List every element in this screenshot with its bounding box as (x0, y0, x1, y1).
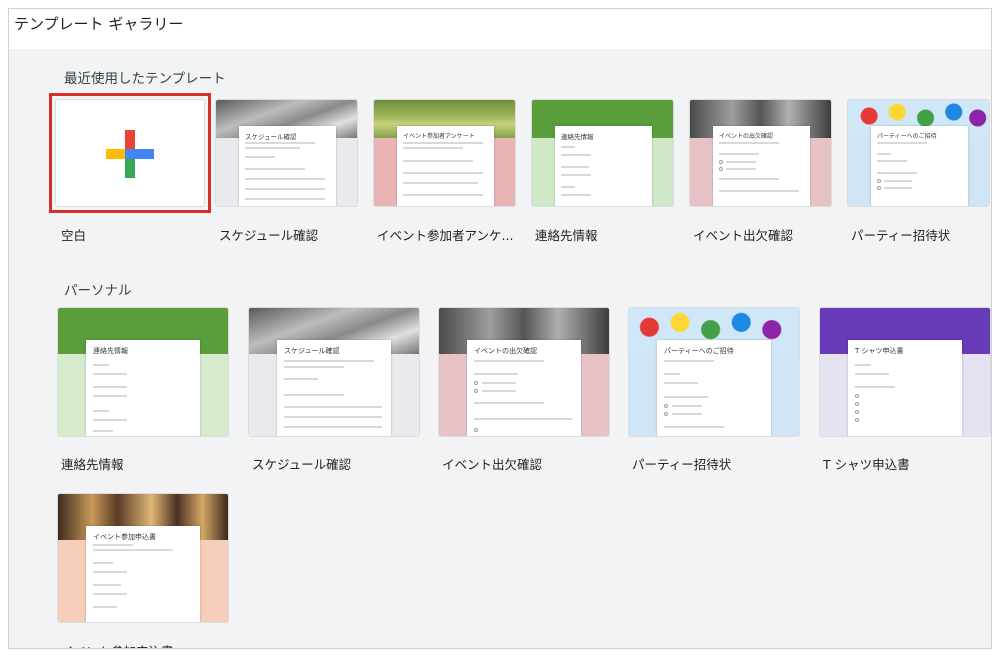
personal-card-contact[interactable]: 連絡先情報 (57, 307, 229, 437)
template-label-schedule: スケジュール確認 (219, 228, 319, 243)
template-thumbnail-event-registration: イベント参加申込書 (57, 493, 229, 623)
template-thumbnail-rsvp: イベントの出欠確認 (438, 307, 610, 437)
template-label-contact: 連絡先情報 (535, 228, 598, 243)
template-card-blank[interactable] (49, 93, 211, 213)
form-preview: パーティーへのご招待 (871, 126, 968, 206)
personal-label-event-registration: イベント参加申込書 (61, 641, 231, 648)
template-card-contact[interactable]: 連絡先情報 (531, 99, 674, 207)
template-thumbnail-schedule: スケジュール確認 (248, 307, 420, 437)
template-thumbnail-schedule: スケジュール確認 (215, 99, 358, 207)
form-preview-title: パーティーへのご招待 (664, 347, 734, 355)
section-title-personal: パーソナル (64, 283, 132, 299)
template-label-rsvp: イベント出欠確認 (693, 228, 794, 243)
template-gallery-window: テンプレート ギャラリー 最近使用したテンプレート 空白 スケジュール確認 スケ… (8, 8, 992, 649)
template-label-blank: 空白 (61, 228, 87, 243)
form-preview: スケジュール確認 (277, 340, 391, 436)
template-thumbnail-party: パーティーへのご招待 (847, 99, 990, 207)
selection-highlight (49, 93, 211, 213)
personal-label-contact: 連絡先情報 (61, 457, 124, 472)
template-card-party[interactable]: パーティーへのご招待 (847, 99, 990, 207)
form-preview: イベントの出欠確認 (713, 126, 810, 206)
template-thumbnail-event-survey: イベント参加者アンケート (373, 99, 516, 207)
form-preview-title: スケジュール確認 (245, 133, 297, 141)
template-card-rsvp[interactable]: イベントの出欠確認 (689, 99, 832, 207)
template-card-event-survey[interactable]: イベント参加者アンケート (373, 99, 516, 207)
form-preview: イベント参加申込書 (86, 526, 200, 622)
personal-label-schedule: スケジュール確認 (252, 457, 352, 472)
form-preview: T シャツ申込書 (848, 340, 962, 436)
template-card-schedule[interactable]: スケジュール確認 (215, 99, 358, 207)
template-thumbnail-rsvp: イベントの出欠確認 (689, 99, 832, 207)
form-preview-title: T シャツ申込書 (855, 347, 904, 355)
template-label-event-survey: イベント参加者アンケ... (377, 228, 514, 243)
form-preview-title: イベント参加者アンケート (403, 133, 475, 140)
section-title-recent: 最近使用したテンプレート (64, 71, 226, 87)
personal-card-party[interactable]: パーティーへのご招待 (628, 307, 800, 437)
personal-label-tshirt: T シャツ申込書 (823, 457, 910, 472)
form-preview: 連絡先情報 (86, 340, 200, 436)
personal-card-tshirt[interactable]: T シャツ申込書 (819, 307, 991, 437)
form-preview: パーティーへのご招待 (657, 340, 771, 436)
form-preview: イベント参加者アンケート (397, 126, 494, 206)
form-preview-title: イベント参加申込書 (93, 533, 156, 541)
template-label-party: パーティー招待状 (851, 228, 951, 243)
form-preview-title: イベントの出欠確認 (719, 133, 774, 140)
personal-card-event-registration[interactable]: イベント参加申込書 (57, 493, 229, 623)
form-preview-title: イベントの出欠確認 (474, 347, 537, 355)
form-preview: スケジュール確認 (239, 126, 336, 206)
gallery-header: テンプレート ギャラリー (9, 9, 991, 49)
form-preview-title: 連絡先情報 (561, 133, 594, 141)
gallery-body: 最近使用したテンプレート 空白 スケジュール確認 スケジュール確認 イベント参加… (9, 49, 991, 648)
personal-card-schedule[interactable]: スケジュール確認 (248, 307, 420, 437)
template-thumbnail-tshirt: T シャツ申込書 (819, 307, 991, 437)
personal-card-rsvp[interactable]: イベントの出欠確認 (438, 307, 610, 437)
form-preview-title: スケジュール確認 (284, 347, 340, 355)
form-preview-title: パーティーへのご招待 (877, 133, 937, 140)
template-thumbnail-contact: 連絡先情報 (57, 307, 229, 437)
template-thumbnail-contact: 連絡先情報 (531, 99, 674, 207)
personal-label-rsvp: イベント出欠確認 (442, 457, 543, 472)
page-title: テンプレート ギャラリー (14, 15, 184, 33)
personal-label-party: パーティー招待状 (632, 457, 732, 472)
form-preview-title: 連絡先情報 (93, 347, 128, 355)
form-preview: 連絡先情報 (555, 126, 652, 206)
form-preview: イベントの出欠確認 (467, 340, 581, 436)
template-thumbnail-party: パーティーへのご招待 (628, 307, 800, 437)
